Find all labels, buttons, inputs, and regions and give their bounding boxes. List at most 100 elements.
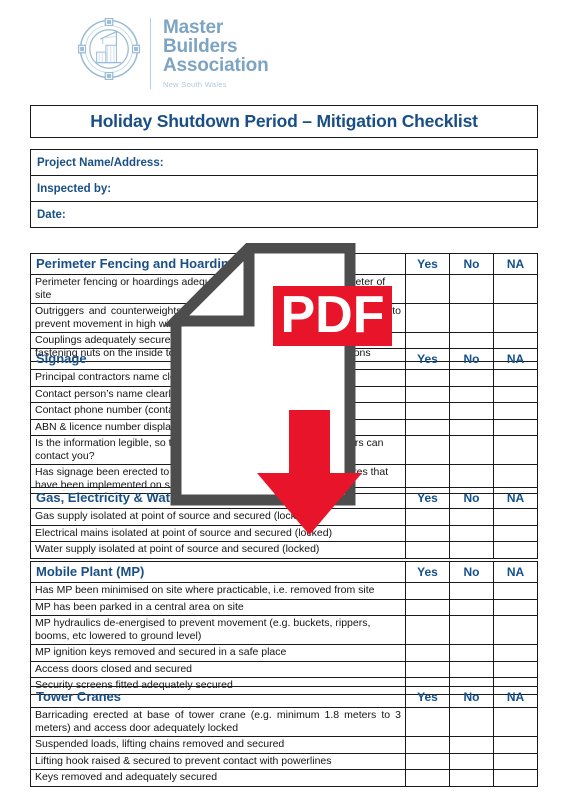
checklist-item-label: Contact phone number (contactable 24 hou…	[30, 402, 406, 420]
checklist-item-label: ABN & licence number displayed	[30, 418, 406, 436]
checklist-item-label: Lifting hook raised & secured to prevent…	[30, 752, 406, 770]
checkbox-cell-na[interactable]	[493, 418, 538, 436]
checkbox-cell-no[interactable]	[449, 736, 494, 754]
checklist-item-label: MP ignition keys removed and secured in …	[30, 644, 406, 662]
checkbox-cell-yes[interactable]	[405, 598, 450, 616]
checkbox-cell-na[interactable]	[493, 402, 538, 420]
checklist-item-label: Is the information legible, so that in t…	[30, 435, 406, 465]
checkbox-cell-yes[interactable]	[405, 369, 450, 387]
checkbox-cell-no[interactable]	[449, 660, 494, 678]
checkbox-cell-yes[interactable]	[405, 524, 450, 542]
checkbox-cell-no[interactable]	[449, 598, 494, 616]
checkbox-cell-na[interactable]	[493, 660, 538, 678]
checkbox-cell-na[interactable]	[493, 707, 538, 737]
checkbox-cell-na[interactable]	[493, 615, 538, 645]
checkbox-cell-na[interactable]	[493, 736, 538, 754]
section-heading: Perimeter Fencing and Hoarding	[30, 253, 406, 275]
checkbox-cell-yes[interactable]	[405, 644, 450, 662]
checklist-item-label: Principal contractors name clearly displ…	[30, 369, 406, 387]
table-row: MP has been parked in a central area on …	[30, 598, 538, 616]
table-row: Water supply isolated at point of source…	[30, 541, 538, 559]
page-title: Holiday Shutdown Period – Mitigation Che…	[90, 111, 478, 131]
table-row: Contact phone number (contactable 24 hou…	[30, 402, 538, 420]
brand-subtitle: New South Wales	[163, 80, 227, 89]
checkbox-cell-yes[interactable]	[405, 582, 450, 600]
checkbox-cell-no[interactable]	[449, 615, 494, 645]
checkbox-cell-yes[interactable]	[405, 769, 450, 787]
checkbox-cell-yes[interactable]	[405, 274, 450, 304]
field-label-project-name[interactable]: Project Name/Address:	[30, 149, 538, 176]
checklist-item-label: Keys removed and adequately secured	[30, 769, 406, 787]
column-header-na: NA	[493, 686, 538, 708]
checkbox-cell-no[interactable]	[449, 541, 494, 559]
checkbox-cell-na[interactable]	[493, 369, 538, 387]
checkbox-cell-na[interactable]	[493, 435, 538, 465]
column-header-yes: Yes	[405, 686, 450, 708]
table-row: Project Name/Address:	[30, 149, 538, 176]
checkbox-cell-no[interactable]	[449, 769, 494, 787]
column-header-na: NA	[493, 487, 538, 509]
checkbox-cell-yes[interactable]	[405, 707, 450, 737]
checkbox-cell-na[interactable]	[493, 524, 538, 542]
checkbox-cell-yes[interactable]	[405, 435, 450, 465]
brand-logo: Master Builders Association New South Wa…	[78, 18, 269, 89]
checkbox-cell-na[interactable]	[493, 508, 538, 526]
table-row: Has MP been minimised on site where prac…	[30, 582, 538, 600]
checkbox-cell-na[interactable]	[493, 303, 538, 333]
checkbox-cell-na[interactable]	[493, 769, 538, 787]
table-row: Outriggers and counterweights adequately…	[30, 303, 538, 333]
checkbox-cell-no[interactable]	[449, 644, 494, 662]
checkbox-cell-yes[interactable]	[405, 736, 450, 754]
checkbox-cell-no[interactable]	[449, 385, 494, 403]
checkbox-cell-yes[interactable]	[405, 752, 450, 770]
section-tower-cranes: Tower Cranes Yes No NA Barricading erect…	[30, 686, 538, 787]
field-label-inspected-by[interactable]: Inspected by:	[30, 175, 538, 202]
checkbox-cell-yes[interactable]	[405, 402, 450, 420]
checkbox-cell-yes[interactable]	[405, 541, 450, 559]
checkbox-cell-yes[interactable]	[405, 385, 450, 403]
checkbox-cell-yes[interactable]	[405, 508, 450, 526]
project-info-table: Project Name/Address: Inspected by: Date…	[30, 149, 538, 228]
checkbox-cell-no[interactable]	[449, 582, 494, 600]
checkbox-cell-no[interactable]	[449, 369, 494, 387]
table-row: Perimeter fencing or hoardings adequatel…	[30, 274, 538, 304]
checklist-item-label: Gas supply isolated at point of source a…	[30, 508, 406, 526]
document-title-bar: Holiday Shutdown Period – Mitigation Che…	[30, 105, 538, 138]
section-header-row: Perimeter Fencing and Hoarding Yes No NA	[30, 253, 538, 275]
checkbox-cell-no[interactable]	[449, 508, 494, 526]
section-header-row: Signage Yes No NA	[30, 348, 538, 370]
column-header-no: No	[449, 348, 494, 370]
checkbox-cell-na[interactable]	[493, 598, 538, 616]
checklist-item-label: Barricading erected at base of tower cra…	[30, 707, 406, 737]
checkbox-cell-na[interactable]	[493, 582, 538, 600]
table-row: Date:	[30, 201, 538, 228]
brand-name-line-1: Master	[163, 17, 224, 38]
checkbox-cell-na[interactable]	[493, 752, 538, 770]
checkbox-cell-yes[interactable]	[405, 418, 450, 436]
table-row: Barricading erected at base of tower cra…	[30, 707, 538, 737]
checkbox-cell-no[interactable]	[449, 707, 494, 737]
checkbox-cell-na[interactable]	[493, 541, 538, 559]
column-header-no: No	[449, 487, 494, 509]
table-row: MP ignition keys removed and secured in …	[30, 644, 538, 662]
checkbox-cell-na[interactable]	[493, 385, 538, 403]
checkbox-cell-yes[interactable]	[405, 660, 450, 678]
checkbox-cell-no[interactable]	[449, 752, 494, 770]
section-heading: Mobile Plant (MP)	[30, 561, 406, 583]
section-header-row: Mobile Plant (MP) Yes No NA	[30, 561, 538, 583]
checkbox-cell-no[interactable]	[449, 435, 494, 465]
checkbox-cell-yes[interactable]	[405, 615, 450, 645]
checkbox-cell-na[interactable]	[493, 644, 538, 662]
checkbox-cell-no[interactable]	[449, 524, 494, 542]
column-header-no: No	[449, 561, 494, 583]
checkbox-cell-yes[interactable]	[405, 303, 450, 333]
checkbox-cell-na[interactable]	[493, 274, 538, 304]
field-label-date[interactable]: Date:	[30, 201, 538, 228]
table-row: Is the information legible, so that in t…	[30, 435, 538, 465]
brand-name-line-3: Association	[163, 55, 269, 76]
checkbox-cell-no[interactable]	[449, 402, 494, 420]
checkbox-cell-no[interactable]	[449, 418, 494, 436]
checklist-item-label: Water supply isolated at point of source…	[30, 541, 406, 559]
checkbox-cell-no[interactable]	[449, 303, 494, 333]
checkbox-cell-no[interactable]	[449, 274, 494, 304]
